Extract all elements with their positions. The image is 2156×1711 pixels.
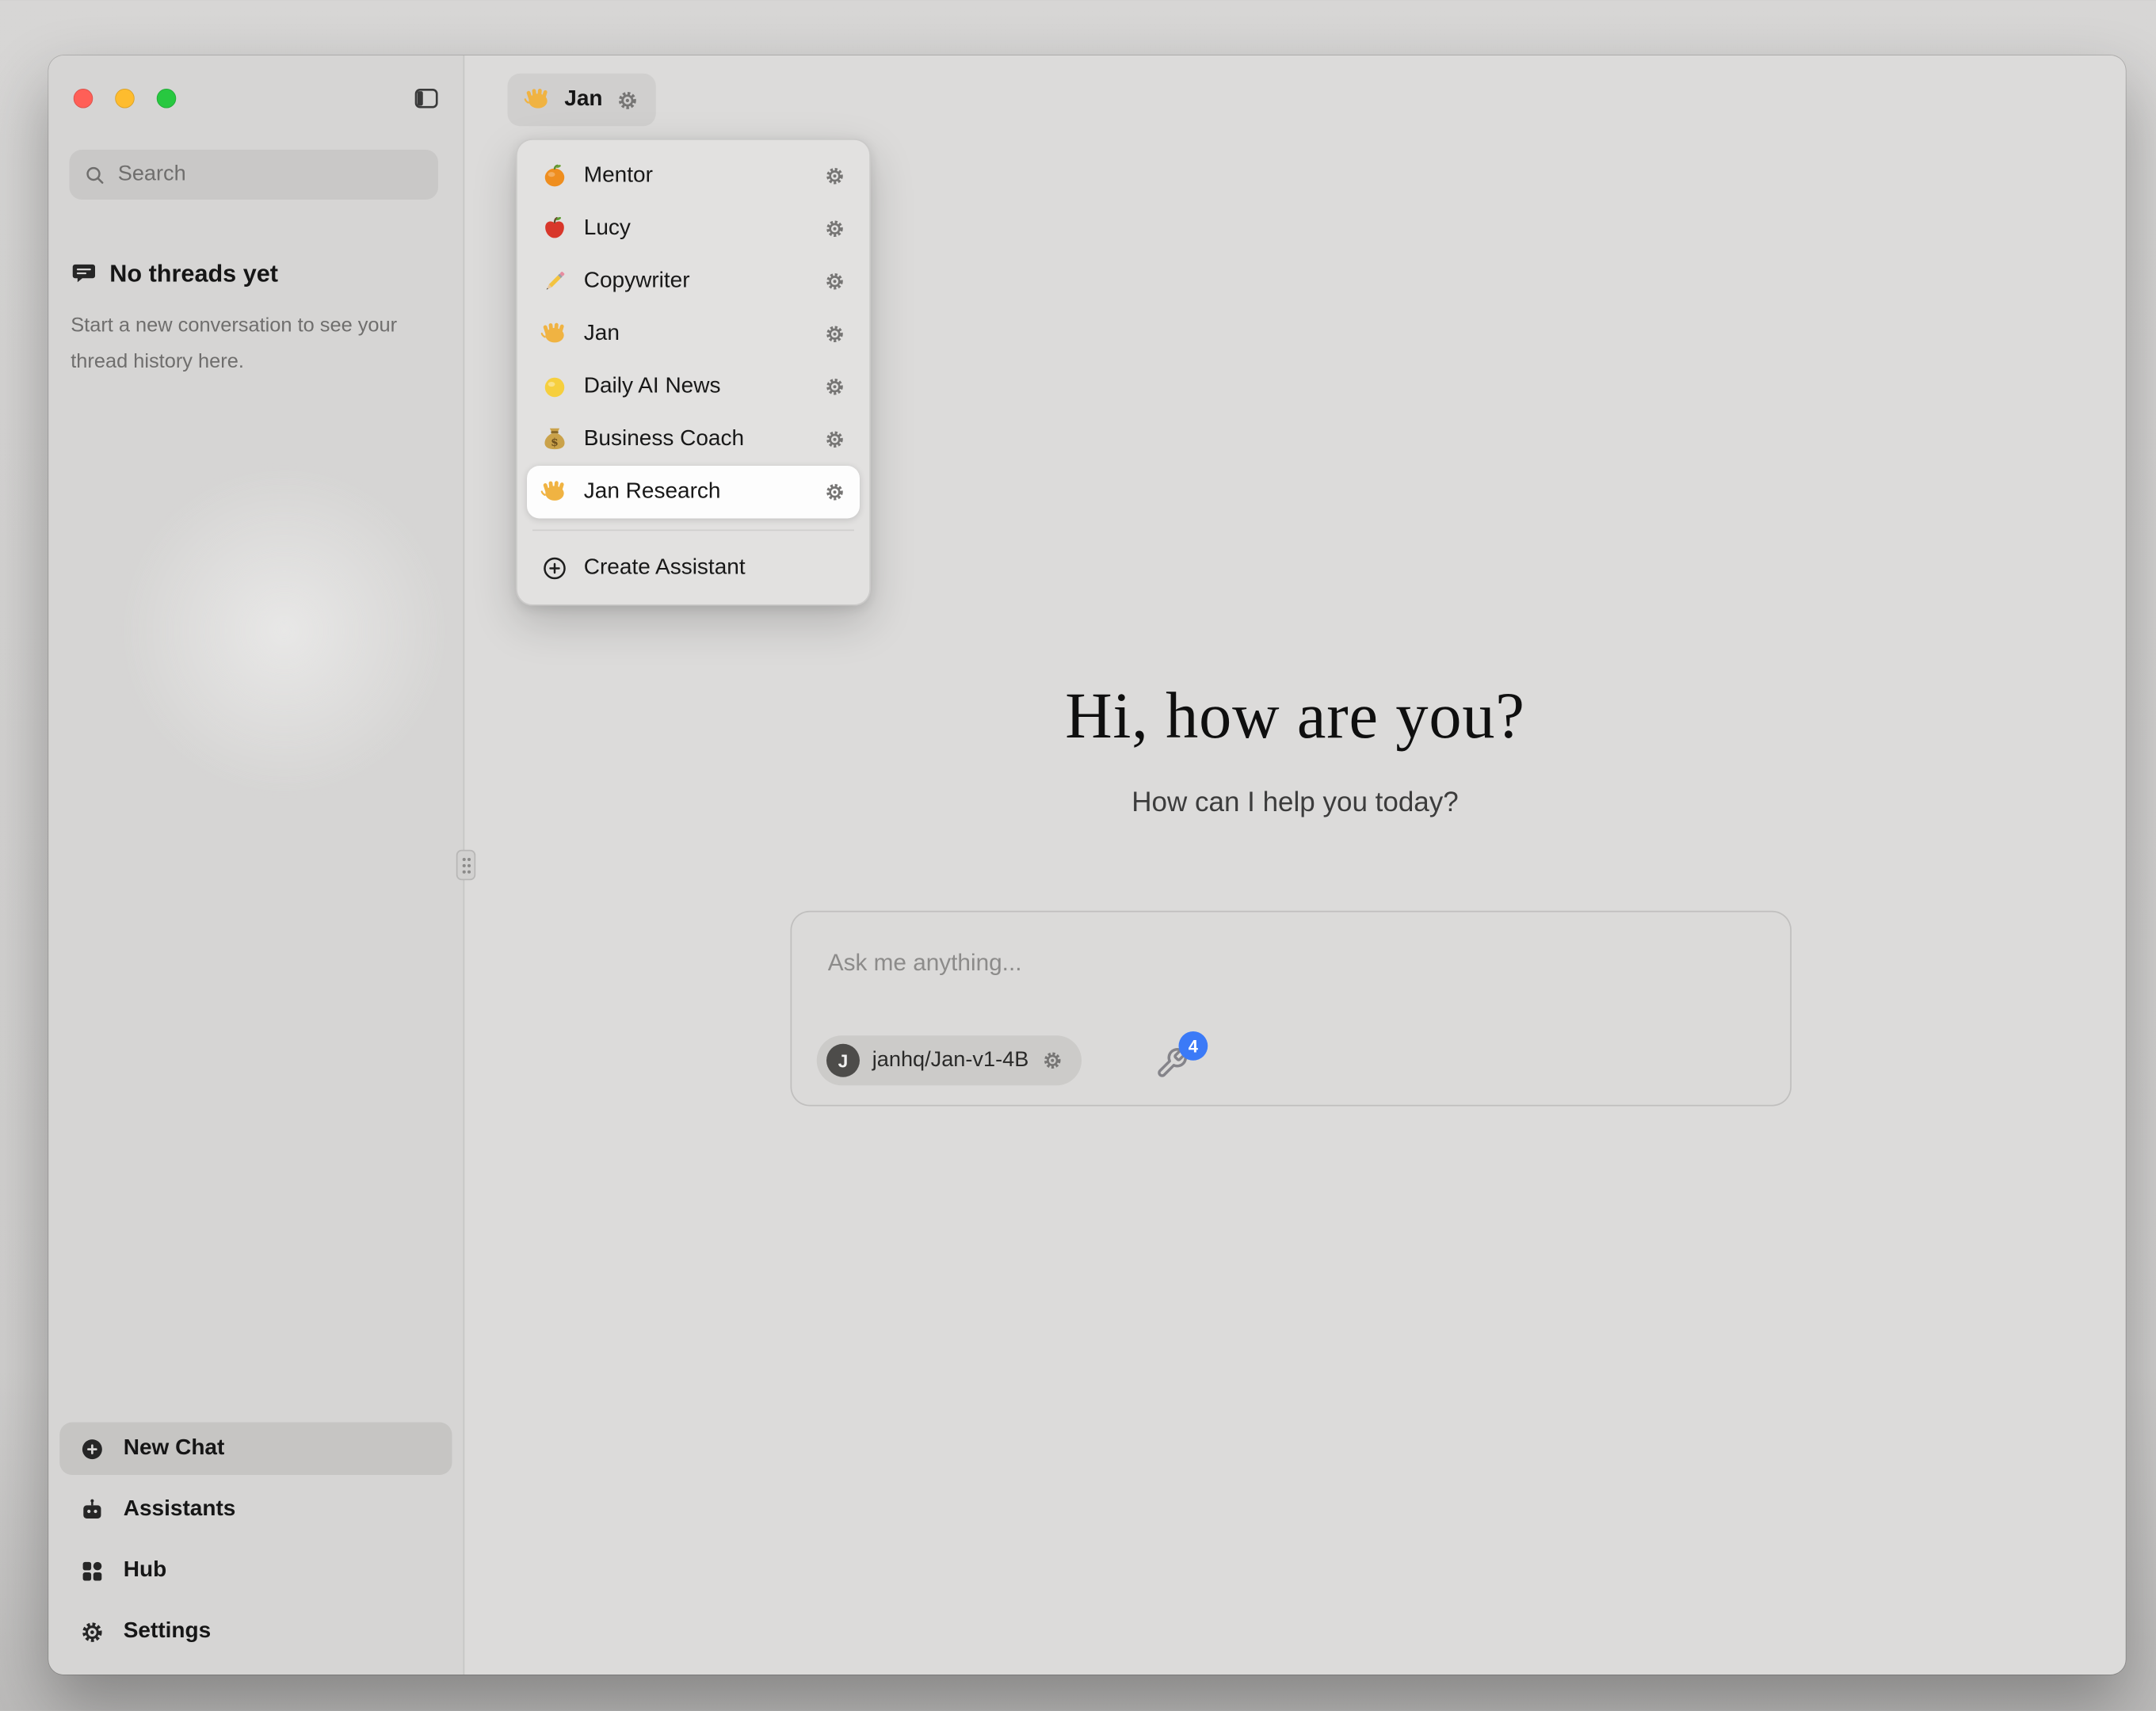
- sidebar-item-hub[interactable]: Hub: [59, 1545, 452, 1598]
- search-input[interactable]: [118, 162, 425, 188]
- menu-item-label: Copywriter: [584, 269, 809, 295]
- money-bag-icon: $: [541, 425, 569, 453]
- svg-text:$: $: [551, 436, 559, 449]
- empty-state-body: Start a new conversation to see your thr…: [71, 308, 418, 380]
- selected-assistant-label: Jan: [564, 87, 602, 112]
- gear-icon[interactable]: [1041, 1050, 1063, 1072]
- menu-item-label: Create Assistant: [584, 556, 846, 581]
- wave-hand-icon: [525, 86, 552, 114]
- wave-hand-icon: [541, 320, 569, 348]
- sidebar-item-assistants[interactable]: Assistants: [59, 1484, 452, 1537]
- threads-empty-state: No threads yet Start a new conversation …: [71, 259, 434, 379]
- zoom-button[interactable]: [157, 89, 177, 109]
- plus-circle-icon: [541, 554, 569, 582]
- sidebar-toggle-icon[interactable]: [410, 85, 442, 112]
- assistant-selector[interactable]: Jan: [508, 74, 656, 127]
- menu-item-business-coach[interactable]: $ Business Coach: [527, 413, 860, 467]
- tools-button[interactable]: 4: [1155, 1046, 1192, 1083]
- app-window: No threads yet Start a new conversation …: [48, 55, 2126, 1675]
- sidebar-watermark: [111, 458, 458, 805]
- menu-item-jan[interactable]: Jan: [527, 308, 860, 361]
- menu-item-create-assistant[interactable]: Create Assistant: [527, 542, 860, 595]
- sidebar-item-new-chat[interactable]: New Chat: [59, 1423, 452, 1476]
- gear-icon[interactable]: [824, 218, 846, 240]
- menu-item-label: Daily AI News: [584, 375, 809, 400]
- search-icon: [83, 163, 107, 187]
- tools-count-badge: 4: [1179, 1031, 1208, 1061]
- pencil-icon: [541, 268, 569, 295]
- empty-state-title: No threads yet: [109, 259, 278, 288]
- menu-item-mentor[interactable]: Mentor: [527, 150, 860, 203]
- sidebar-item-label: New Chat: [124, 1436, 225, 1461]
- greeting-subtitle: How can I help you today?: [464, 787, 2126, 819]
- sidebar-item-label: Hub: [124, 1558, 166, 1583]
- greeting-title: Hi, how are you?: [464, 680, 2126, 755]
- sidebar-item-settings[interactable]: Settings: [59, 1606, 452, 1659]
- apple-icon: [541, 215, 569, 242]
- chat-input[interactable]: [828, 943, 1754, 985]
- gear-icon[interactable]: [824, 165, 846, 187]
- sidebar-item-label: Assistants: [124, 1497, 236, 1522]
- sidebar-item-label: Settings: [124, 1619, 211, 1644]
- gear-icon[interactable]: [824, 323, 846, 345]
- grid-icon: [79, 1557, 105, 1583]
- gear-icon[interactable]: [824, 429, 846, 451]
- gear-icon[interactable]: [615, 88, 639, 112]
- minimize-button[interactable]: [115, 89, 135, 109]
- close-button[interactable]: [74, 89, 93, 109]
- model-selector[interactable]: J janhq/Jan-v1-4B: [817, 1035, 1082, 1085]
- window-controls: [74, 89, 177, 109]
- model-name: janhq/Jan-v1-4B: [872, 1048, 1029, 1073]
- gear-icon[interactable]: [824, 375, 846, 398]
- menu-item-label: Jan Research: [584, 480, 809, 505]
- main-area: Jan: [464, 55, 2126, 1675]
- menu-divider: [532, 530, 854, 532]
- chat-bubble-icon: [71, 261, 97, 287]
- tangerine-icon: [541, 162, 569, 190]
- sidebar: No threads yet Start a new conversation …: [48, 55, 464, 1675]
- menu-item-lucy[interactable]: Lucy: [527, 203, 860, 256]
- wave-hand-icon: [541, 478, 569, 506]
- menu-item-label: Jan: [584, 322, 809, 347]
- menu-item-daily-ai-news[interactable]: Daily AI News: [527, 360, 860, 413]
- chat-composer: J janhq/Jan-v1-4B: [791, 911, 1792, 1107]
- menu-item-label: Business Coach: [584, 427, 809, 452]
- menu-item-copywriter[interactable]: Copywriter: [527, 255, 860, 308]
- sidebar-nav: New Chat Assistants: [59, 1414, 452, 1658]
- menu-item-jan-research[interactable]: Jan Research: [527, 466, 860, 519]
- assistant-menu: Mentor: [516, 139, 871, 606]
- gear-icon: [79, 1618, 105, 1644]
- model-avatar: J: [826, 1044, 860, 1077]
- greeting: Hi, how are you? How can I help you toda…: [464, 680, 2126, 820]
- yellow-circle-icon: [541, 373, 569, 401]
- sidebar-resize-handle[interactable]: [456, 850, 476, 881]
- menu-item-label: Mentor: [584, 164, 809, 189]
- gear-icon[interactable]: [824, 270, 846, 292]
- desktop: No threads yet Start a new conversation …: [0, 0, 2156, 1711]
- search-box: [70, 150, 439, 200]
- plus-circle-icon: [79, 1435, 105, 1461]
- gear-icon[interactable]: [824, 481, 846, 503]
- robot-icon: [79, 1496, 105, 1522]
- menu-item-label: Lucy: [584, 216, 809, 242]
